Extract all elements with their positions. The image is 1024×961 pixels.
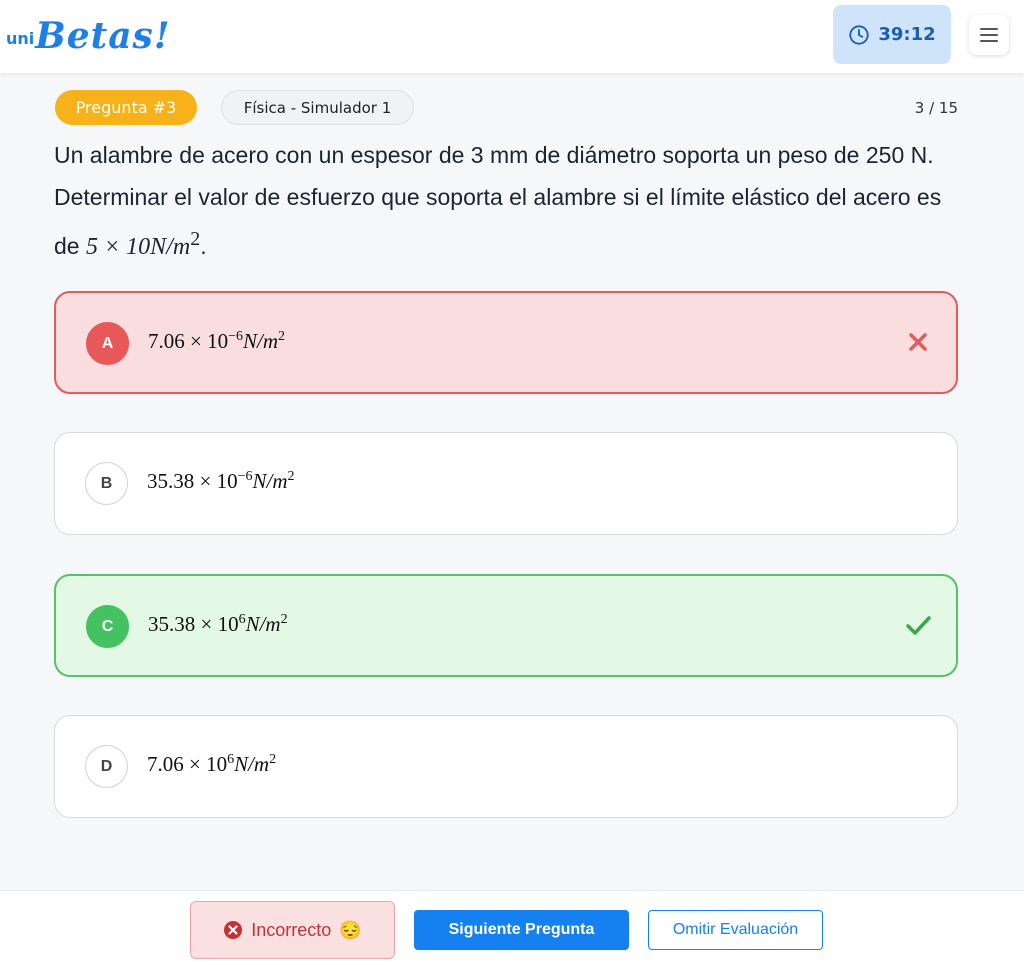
- question-text: Un alambre de acero con un espesor de 3 …: [54, 142, 942, 260]
- check-icon: [906, 616, 931, 635]
- menu-button[interactable]: [969, 15, 1009, 55]
- status-label: Incorrecto: [251, 919, 332, 940]
- option-letter: C: [86, 605, 129, 648]
- option-b[interactable]: B 35.38 × 10−6N/m2: [54, 432, 958, 535]
- skip-evaluation-button[interactable]: Omitir Evaluación: [648, 910, 823, 950]
- hamburger-icon: [980, 28, 998, 42]
- x-icon: [909, 333, 927, 351]
- question-counter: 3 / 15: [914, 99, 958, 117]
- next-question-button[interactable]: Siguiente Pregunta: [414, 910, 629, 950]
- option-text: 7.06 × 106N/m2: [147, 752, 277, 776]
- x-circle-icon: [224, 921, 243, 939]
- option-c[interactable]: C 35.38 × 106N/m2: [54, 574, 958, 677]
- top-bar: uni Betas! 39:12: [0, 0, 1024, 73]
- timer-display: 39:12: [833, 5, 951, 64]
- option-text: 35.38 × 10−6N/m2: [147, 469, 295, 493]
- option-text: 7.06 × 10−6N/m2: [148, 329, 286, 353]
- timer-value: 39:12: [878, 24, 936, 45]
- question-number-badge: Pregunta #3: [55, 90, 197, 125]
- logo-main: Betas!: [35, 15, 171, 57]
- question-formula: 5 × 10N/m2: [85, 228, 201, 260]
- subject-tag: Física - Simulador 1: [221, 90, 414, 125]
- option-text: 35.38 × 106N/m2: [148, 612, 288, 636]
- option-d[interactable]: D 7.06 × 106N/m2: [54, 715, 958, 818]
- result-status: Incorrecto 😔: [190, 901, 395, 959]
- option-a[interactable]: A 7.06 × 10−6N/m2: [54, 291, 958, 394]
- logo-prefix: uni: [6, 29, 35, 48]
- sad-emoji-icon: 😔: [339, 919, 362, 940]
- option-letter: B: [85, 462, 128, 505]
- unibetas-logo[interactable]: uni Betas!: [6, 12, 171, 56]
- option-letter: D: [85, 745, 128, 788]
- clock-icon: [849, 24, 869, 45]
- option-letter: A: [86, 322, 129, 365]
